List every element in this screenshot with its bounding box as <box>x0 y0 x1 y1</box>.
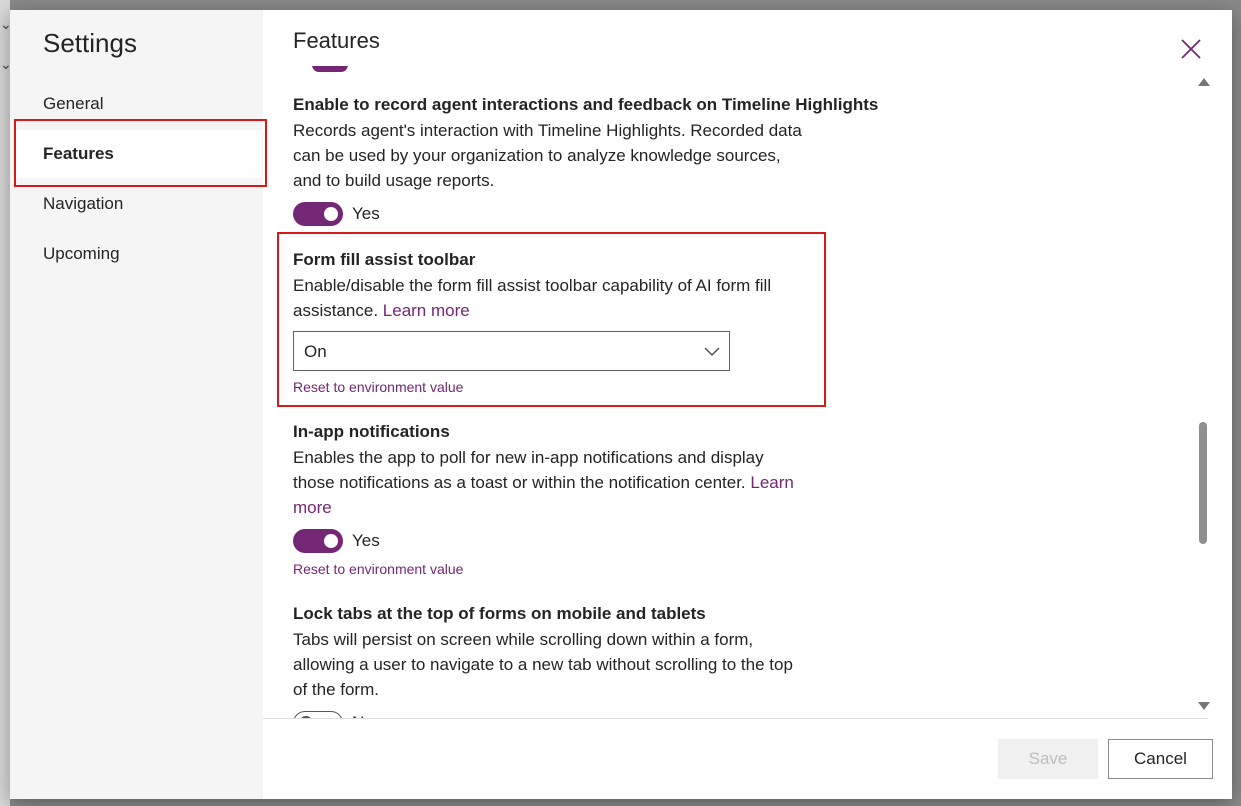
setting-title-lock-tabs: Lock tabs at the top of forms on mobile … <box>293 604 706 623</box>
scrollbar-thumb[interactable] <box>1199 422 1207 544</box>
save-button[interactable]: Save <box>998 739 1098 779</box>
setting-title-timeline-highlights: Enable to record agent interactions and … <box>293 95 879 114</box>
learn-more-link[interactable]: Learn more <box>383 301 470 320</box>
setting-description-lock-tabs: Tabs will persist on screen while scroll… <box>293 630 793 699</box>
setting-description-in-app-notifications: Enables the app to poll for new in-app n… <box>293 445 803 520</box>
toggle-timeline-highlights[interactable] <box>293 202 343 226</box>
select-value: On <box>304 342 327 361</box>
page-title: Features <box>293 28 380 53</box>
toggle-in-app-notifications[interactable] <box>293 529 343 553</box>
sidebar-title: Settings <box>43 28 137 58</box>
reset-to-environment-link[interactable]: Reset to environment value <box>293 379 463 395</box>
toggle-lock-tabs[interactable] <box>293 711 343 718</box>
setting-title-form-fill-assist: Form fill assist toolbar <box>293 250 476 269</box>
previous-toggle-partial <box>312 66 348 72</box>
cancel-button[interactable]: Cancel <box>1108 739 1213 779</box>
features-content: Enable to record agent interactions and … <box>263 66 1208 718</box>
description-text: Enables the app to poll for new in-app n… <box>293 448 764 492</box>
description-text: Enable/disable the form fill assist tool… <box>293 276 772 320</box>
background-app-edge <box>0 0 10 806</box>
toggle-label: Yes <box>352 531 380 550</box>
toggle-knob <box>324 534 338 548</box>
settings-dialog: Settings General Features Navigation Upc… <box>10 10 1232 799</box>
setting-title-in-app-notifications: In-app notifications <box>293 422 450 441</box>
footer-divider <box>263 718 1208 719</box>
setting-description-form-fill-assist: Enable/disable the form fill assist tool… <box>293 273 803 323</box>
reset-to-environment-link[interactable]: Reset to environment value <box>293 561 463 577</box>
sidebar-item-general[interactable]: General <box>15 80 262 128</box>
close-button[interactable] <box>1179 37 1203 61</box>
setting-description-timeline-highlights: Records agent's interaction with Timelin… <box>293 121 802 190</box>
settings-sidebar: Settings General Features Navigation Upc… <box>10 10 267 799</box>
scrollbar[interactable] <box>1195 74 1211 714</box>
sidebar-item-features[interactable]: Features <box>15 130 262 178</box>
chevron-down-icon <box>704 347 720 356</box>
form-fill-assist-select[interactable]: On <box>293 331 730 371</box>
toggle-knob <box>324 207 338 221</box>
scroll-down-arrow-icon[interactable] <box>1198 702 1210 710</box>
scroll-up-arrow-icon[interactable] <box>1198 78 1210 86</box>
toggle-label: Yes <box>352 204 380 223</box>
sidebar-item-upcoming[interactable]: Upcoming <box>15 230 262 278</box>
close-icon <box>1181 39 1201 59</box>
sidebar-item-navigation[interactable]: Navigation <box>15 180 262 228</box>
